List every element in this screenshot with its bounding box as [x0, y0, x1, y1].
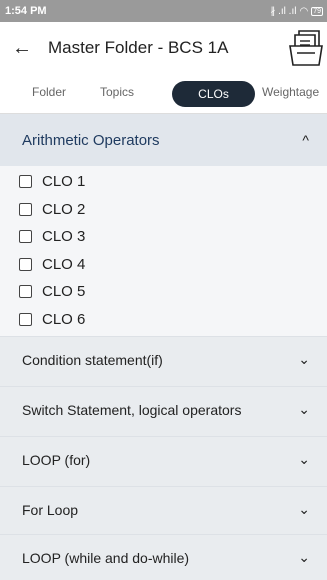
- app-bar: ← Master Folder - BCS 1A: [0, 22, 327, 74]
- clo-label: CLO 2: [42, 200, 86, 218]
- back-arrow-icon: ←: [12, 36, 32, 59]
- page-title: Master Folder - BCS 1A: [48, 38, 229, 57]
- status-time: 1:54 PM: [5, 5, 47, 17]
- clo-list: CLO 1 CLO 2 CLO 3 CLO 4 CLO 5 CLO 6: [0, 166, 327, 336]
- tab-folder[interactable]: Folder: [32, 85, 66, 99]
- topic-header-loop-for[interactable]: LOOP (for) ⌄: [0, 436, 327, 482]
- documents-icon: [289, 30, 323, 66]
- chevron-down-icon: ⌄: [298, 401, 310, 417]
- chevron-down-icon: ⌄: [298, 451, 310, 467]
- tab-bar: Folder Topics CLOs Weightage: [0, 74, 327, 114]
- clo-item[interactable]: CLO 2: [0, 196, 327, 224]
- clo-checkbox[interactable]: [19, 257, 32, 271]
- status-bar: 1:54 PM ∦ .ıl .ıl ◠ 79: [0, 0, 327, 22]
- signal-icon: ∦ .ıl .ıl: [270, 5, 297, 17]
- chevron-down-icon: ⌄: [298, 351, 310, 367]
- clo-label: CLO 6: [42, 310, 86, 328]
- topic-title: For Loop: [22, 501, 79, 518]
- status-icons: ∦ .ıl .ıl ◠ 79: [270, 6, 323, 17]
- clo-label: CLO 3: [42, 228, 86, 246]
- clo-checkbox[interactable]: [19, 312, 32, 326]
- clo-checkbox[interactable]: [19, 175, 32, 189]
- tab-weightage[interactable]: Weightage: [262, 85, 319, 99]
- topic-header-condition-statement[interactable]: Condition statement(if) ⌄: [0, 336, 327, 382]
- topic-header-switch-statement[interactable]: Switch Statement, logical operators ⌄: [0, 386, 327, 432]
- clo-checkbox[interactable]: [19, 230, 32, 244]
- clo-label: CLO 5: [42, 283, 86, 301]
- clo-checkbox[interactable]: [19, 285, 32, 299]
- clo-item[interactable]: CLO 4: [0, 251, 327, 279]
- topic-title: LOOP (while and do-while): [22, 549, 190, 566]
- battery-icon: 79: [311, 6, 323, 16]
- topic-header-for-loop[interactable]: For Loop ⌄: [0, 486, 327, 532]
- chevron-up-icon: ^: [302, 132, 309, 148]
- wifi-icon: ◠: [299, 5, 309, 17]
- tab-topics[interactable]: Topics: [100, 85, 134, 99]
- clo-label: CLO 4: [42, 255, 86, 273]
- tab-clos[interactable]: CLOs: [172, 81, 255, 107]
- topic-title: Switch Statement, logical operators: [22, 401, 242, 418]
- topic-title: Arithmetic Operators: [22, 131, 160, 149]
- clo-item[interactable]: CLO 3: [0, 223, 327, 251]
- documents-button[interactable]: [285, 28, 327, 68]
- chevron-down-icon: ⌄: [298, 501, 310, 517]
- clo-item[interactable]: CLO 6: [0, 306, 327, 334]
- chevron-down-icon: ⌄: [298, 549, 310, 565]
- clo-item[interactable]: CLO 5: [0, 278, 327, 306]
- back-button[interactable]: ←: [0, 22, 44, 74]
- topic-title: Condition statement(if): [22, 351, 163, 368]
- topic-title: LOOP (for): [22, 451, 91, 468]
- topic-header-arithmetic-operators[interactable]: Arithmetic Operators ^: [0, 114, 327, 166]
- clo-checkbox[interactable]: [19, 202, 32, 216]
- battery-level: 79: [313, 7, 321, 15]
- topic-header-loop-while[interactable]: LOOP (while and do-while) ⌄: [0, 534, 327, 580]
- clo-label: CLO 1: [42, 173, 86, 191]
- clo-item[interactable]: CLO 1: [0, 168, 327, 196]
